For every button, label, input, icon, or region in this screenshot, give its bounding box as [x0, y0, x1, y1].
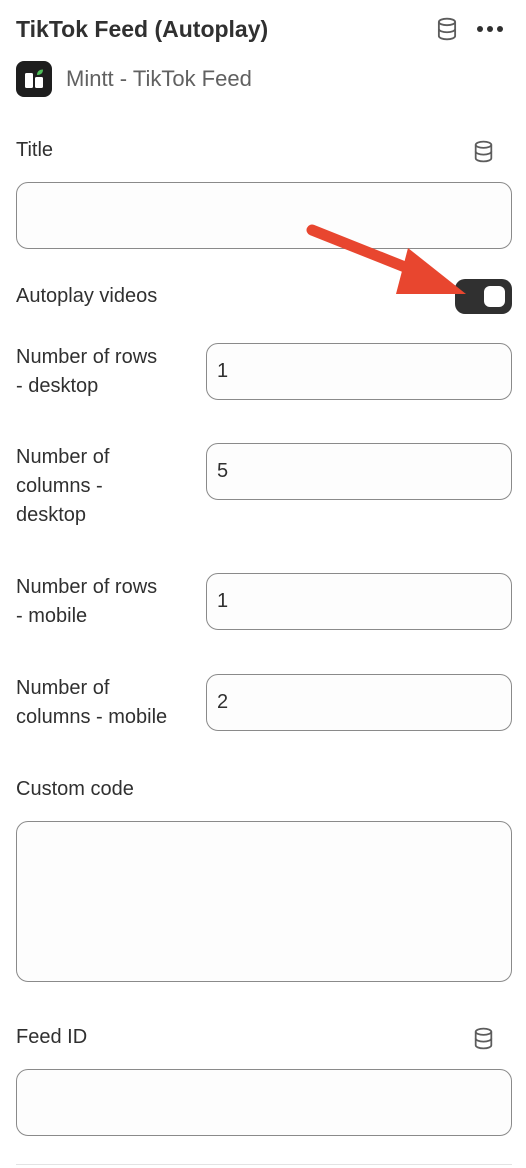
title-dynamic-source-button[interactable]: [469, 137, 497, 165]
custom-code-textarea[interactable]: [16, 821, 512, 982]
rows-desktop-label: Number of rows - desktop: [16, 343, 157, 401]
columns-desktop-label-line3: desktop: [16, 504, 87, 526]
app-logo: [16, 61, 52, 97]
feed-id-input[interactable]: [16, 1069, 512, 1136]
columns-mobile-label-line2: columns - mobile: [16, 706, 168, 728]
connect-dynamic-source-button[interactable]: [432, 14, 462, 44]
feed-id-label: Feed ID: [16, 1026, 88, 1048]
title-label: Title: [16, 139, 54, 161]
rows-mobile-label-line2: - mobile: [16, 605, 88, 627]
rows-mobile-input[interactable]: [206, 573, 512, 630]
columns-desktop-label-line2: columns -: [16, 475, 103, 497]
ellipsis-icon: [477, 26, 503, 32]
app-name: Mintt - TikTok Feed: [66, 66, 252, 91]
columns-mobile-input[interactable]: [206, 674, 512, 731]
database-icon: [474, 140, 492, 162]
annotation-arrow-icon: [306, 224, 466, 294]
more-actions-button[interactable]: [474, 14, 506, 44]
feed-id-dynamic-source-button[interactable]: [469, 1024, 497, 1052]
page-title: TikTok Feed (Autoplay): [16, 16, 269, 42]
autoplay-label: Autoplay videos: [16, 285, 158, 307]
rows-desktop-input[interactable]: [206, 343, 512, 400]
rows-desktop-label-line2: - desktop: [16, 375, 99, 397]
database-icon: [437, 17, 457, 41]
custom-code-label: Custom code: [16, 778, 134, 800]
mintt-logo-icon: [25, 69, 43, 88]
columns-mobile-label: Number of columns - mobile: [16, 674, 167, 732]
rows-mobile-label-line1: Number of rows: [16, 576, 158, 598]
columns-desktop-label: Number of columns - desktop: [16, 443, 109, 530]
database-icon: [474, 1027, 492, 1049]
columns-mobile-label-line1: Number of: [16, 677, 110, 699]
toggle-knob: [484, 286, 505, 307]
columns-desktop-input[interactable]: [206, 443, 512, 500]
rows-mobile-label: Number of rows - mobile: [16, 573, 157, 631]
columns-desktop-label-line1: Number of: [16, 446, 110, 468]
rows-desktop-label-line1: Number of rows: [16, 346, 158, 368]
section-divider: [16, 1164, 512, 1165]
